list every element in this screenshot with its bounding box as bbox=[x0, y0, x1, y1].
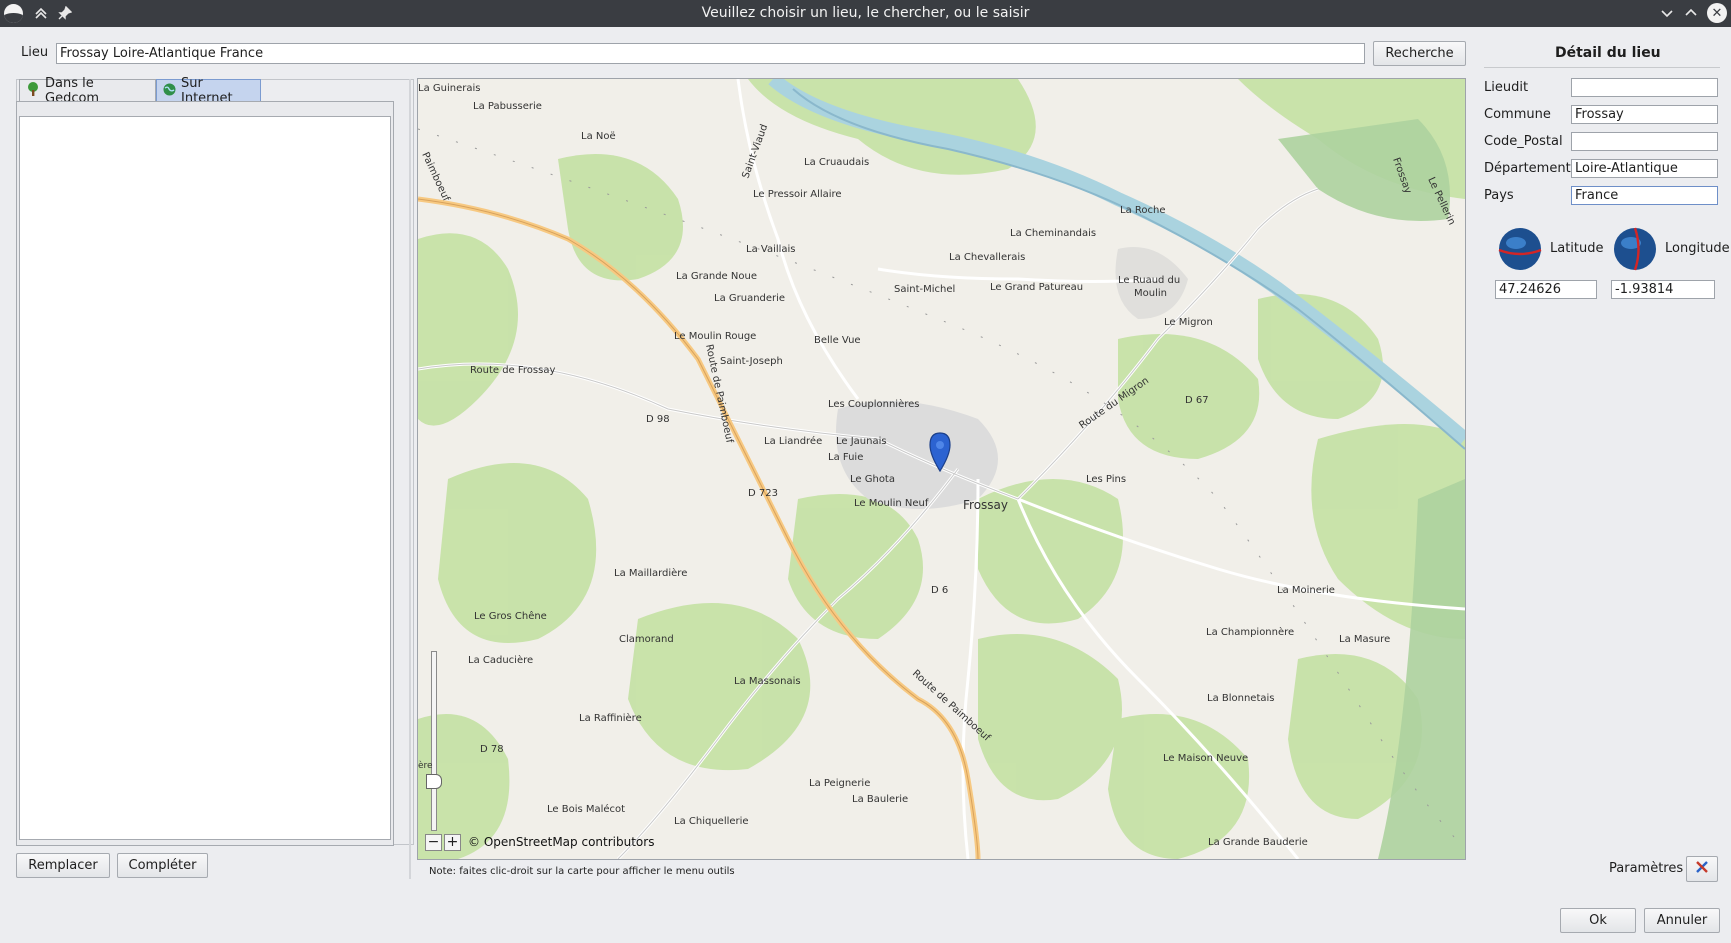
map-label: La Guinerais bbox=[418, 83, 480, 94]
postal-code-field[interactable] bbox=[1571, 132, 1718, 151]
slider-fragment: ère bbox=[418, 761, 433, 771]
lieudit-field[interactable] bbox=[1571, 78, 1718, 97]
longitude-globe-icon bbox=[1612, 226, 1658, 272]
field-label-pays: Pays bbox=[1484, 188, 1514, 203]
map-label: La Chevallerais bbox=[949, 252, 1025, 263]
parameters-button[interactable] bbox=[1686, 856, 1718, 882]
map-label: Frossay bbox=[963, 498, 1008, 512]
map-label: La Blonnetais bbox=[1207, 693, 1275, 704]
cancel-button[interactable]: Annuler bbox=[1644, 908, 1720, 933]
ok-button[interactable]: Ok bbox=[1560, 908, 1636, 933]
map-label: La Grande Bauderie bbox=[1208, 837, 1308, 848]
place-search-input[interactable] bbox=[56, 43, 1365, 64]
map-label: Le Moulin Rouge bbox=[674, 331, 756, 342]
map-label: Le Moulin Neuf bbox=[854, 498, 929, 509]
map-label: Le Migron bbox=[1164, 317, 1213, 328]
map-label: D 98 bbox=[646, 414, 670, 425]
title-bar: Veuillez choisir un lieu, le chercher, o… bbox=[0, 0, 1731, 27]
map-attribution: © OpenStreetMap contributors bbox=[468, 835, 655, 849]
map-label: Moulin bbox=[1134, 288, 1167, 299]
map-label: La Caducière bbox=[468, 654, 533, 666]
tab-content-frame bbox=[16, 101, 394, 846]
replace-button[interactable]: Remplacer bbox=[16, 853, 110, 878]
map-label: La Cruaudais bbox=[804, 157, 869, 168]
zoom-slider-thumb[interactable] bbox=[426, 774, 442, 789]
map-label: Le Ghota bbox=[850, 474, 895, 485]
department-field[interactable] bbox=[1571, 159, 1718, 178]
field-label-commune: Commune bbox=[1484, 107, 1551, 122]
field-label-departement: Département bbox=[1484, 161, 1571, 176]
zoom-out-button[interactable]: − bbox=[425, 834, 442, 851]
map-label: Les Pins bbox=[1086, 474, 1126, 485]
map-label: Le Bois Malécot bbox=[547, 803, 625, 815]
map-label: D 67 bbox=[1185, 395, 1209, 406]
map-label: Le Pressoir Allaire bbox=[753, 189, 842, 200]
map-label: La Grande Noue bbox=[676, 271, 757, 282]
splitter[interactable] bbox=[409, 79, 411, 879]
map-label: Belle Vue bbox=[814, 335, 861, 346]
map-label: Le Ruaud du bbox=[1118, 275, 1180, 286]
field-label-code-postal: Code_Postal bbox=[1484, 134, 1563, 149]
zoom-in-button[interactable]: + bbox=[444, 834, 461, 851]
map-label: Le Grand Patureau bbox=[990, 282, 1083, 293]
map-label: Les Couplonnières bbox=[828, 398, 919, 410]
tab-internet[interactable]: Sur Internet bbox=[156, 76, 261, 106]
parameters-label: Paramètres bbox=[1609, 861, 1684, 876]
map-label: La Baulerie bbox=[852, 794, 908, 805]
latitude-globe-icon bbox=[1497, 226, 1543, 272]
country-field[interactable] bbox=[1571, 186, 1718, 205]
map-label: Le Jaunais bbox=[836, 436, 887, 447]
window-title: Veuillez choisir un lieu, le chercher, o… bbox=[701, 5, 1030, 21]
map-label: D 78 bbox=[480, 744, 504, 755]
map-label: Clamorand bbox=[619, 634, 674, 645]
zoom-slider-track[interactable] bbox=[431, 651, 437, 831]
detail-title: Détail du lieu bbox=[1555, 45, 1661, 61]
map-label: La Roche bbox=[1120, 205, 1165, 216]
close-window-button[interactable]: ✕ bbox=[1707, 3, 1727, 23]
maximize-icon[interactable] bbox=[1680, 2, 1702, 24]
map-label: La Fuie bbox=[828, 452, 863, 463]
map-label: La Maillardière bbox=[614, 567, 687, 579]
map-label: La Noë bbox=[581, 131, 616, 142]
tree-icon bbox=[26, 82, 40, 100]
map-label: Route de Frossay bbox=[470, 365, 555, 376]
map-label: Le Maison Neuve bbox=[1163, 753, 1248, 764]
longitude-input[interactable] bbox=[1611, 280, 1715, 299]
map-view[interactable]: La Guinerais La Pabusserie La Noë La Cru… bbox=[417, 78, 1466, 860]
search-button[interactable]: Recherche bbox=[1373, 41, 1466, 66]
map-note: Note: faites clic-droit sur la carte pou… bbox=[429, 866, 735, 877]
map-label: D 723 bbox=[748, 488, 778, 499]
field-label-lieudit: Lieudit bbox=[1484, 80, 1529, 95]
map-label: La Masure bbox=[1339, 634, 1390, 645]
detail-divider bbox=[1484, 67, 1720, 68]
latitude-input[interactable] bbox=[1495, 280, 1597, 299]
map-label: La Cheminandais bbox=[1010, 228, 1096, 239]
minimize-icon[interactable] bbox=[1656, 2, 1678, 24]
map-label: D 6 bbox=[931, 585, 948, 596]
latitude-label: Latitude bbox=[1550, 241, 1604, 256]
map-label: Saint-Michel bbox=[894, 284, 955, 295]
map-label: La Chiquellerie bbox=[674, 816, 749, 827]
map-label: Saint-Joseph bbox=[720, 356, 783, 367]
map-label: La Pabusserie bbox=[473, 101, 542, 112]
globe-icon bbox=[163, 83, 176, 100]
commune-field[interactable] bbox=[1571, 105, 1718, 124]
map-label: La Gruanderie bbox=[714, 293, 785, 304]
map-canvas[interactable]: La Guinerais La Pabusserie La Noë La Cru… bbox=[418, 79, 1465, 859]
map-label: La Championnère bbox=[1206, 626, 1294, 638]
map-label: La Raffinière bbox=[579, 712, 642, 724]
map-label: La Moinerie bbox=[1277, 585, 1335, 596]
tools-icon bbox=[1694, 859, 1710, 879]
map-label: La Peignerie bbox=[809, 778, 870, 789]
map-label: La Liandrée bbox=[764, 435, 822, 447]
map-label: La Vaillais bbox=[746, 244, 796, 255]
tab-gedcom[interactable]: Dans le Gedcom bbox=[19, 76, 156, 106]
complete-button[interactable]: Compléter bbox=[117, 853, 208, 878]
longitude-label: Longitude bbox=[1665, 241, 1730, 256]
map-label: La Massonais bbox=[734, 676, 801, 687]
place-label: Lieu bbox=[21, 45, 49, 60]
map-label: Le Gros Chêne bbox=[474, 610, 547, 622]
results-list[interactable] bbox=[19, 116, 391, 840]
